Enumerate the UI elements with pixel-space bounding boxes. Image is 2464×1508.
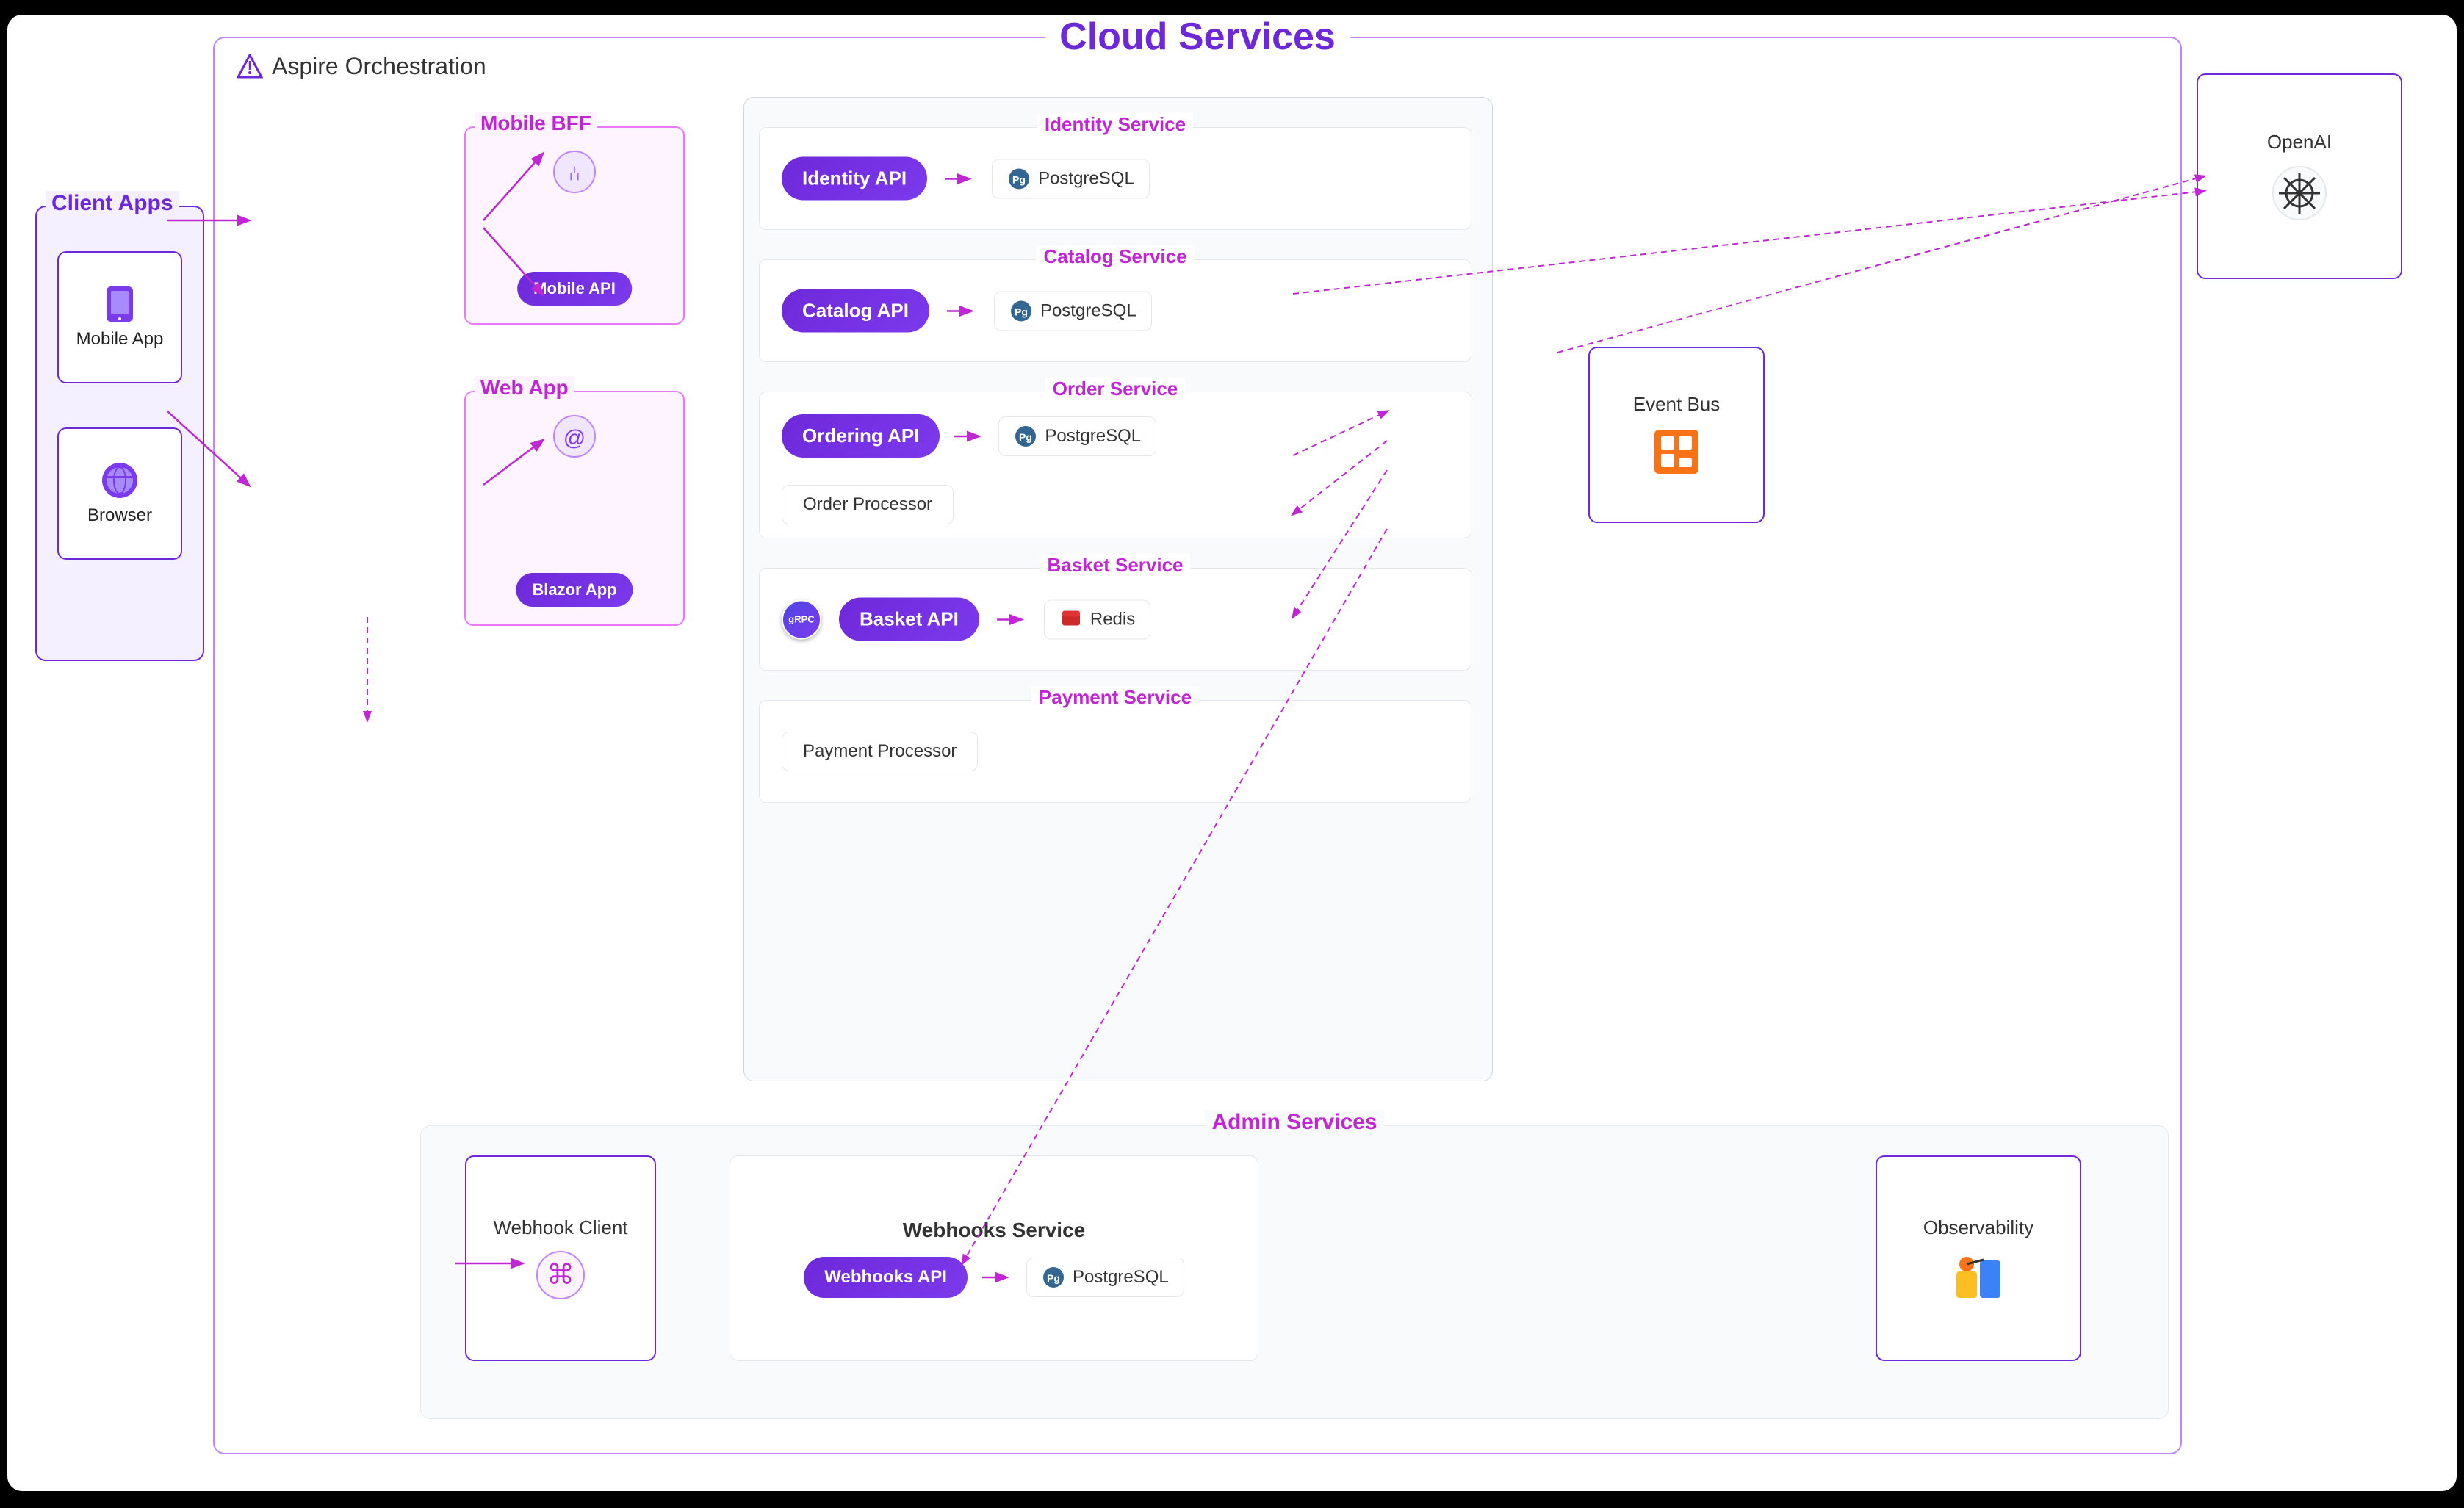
admin-services-box: Admin Services Webhook Client ⌘ Webhooks… xyxy=(420,1125,2169,1419)
postgres-icon-3: Pg xyxy=(1014,425,1037,448)
client-apps-box: Client Apps Mobile App Browser xyxy=(35,206,204,661)
aspire-text: Aspire Orchestration xyxy=(272,53,486,80)
diagram-container: Cloud Services Aspire Orchestration Iden… xyxy=(7,15,2457,1491)
identity-postgres: Pg PostgreSQL xyxy=(992,159,1150,198)
webhook-client-label: Webhook Client xyxy=(493,1216,627,1239)
observability-label: Observability xyxy=(1923,1216,2033,1239)
mobile-app-icon xyxy=(101,285,139,323)
event-bus-icon xyxy=(1651,426,1702,477)
webhooks-service-box: Webhooks Service Webhooks API Pg Postgre… xyxy=(730,1155,1258,1361)
basket-service-row: gRPC Basket API Redis xyxy=(782,598,1449,641)
identity-service-section: Identity Service Identity API Pg Postgre… xyxy=(759,127,1471,230)
payment-service-row: Payment Processor xyxy=(782,732,1449,771)
mobile-bff-icon: ⑃ xyxy=(552,150,597,198)
basket-service-section: Basket Service gRPC Basket API Redis xyxy=(759,568,1471,671)
ordering-api-row: Ordering API Pg PostgreSQL xyxy=(782,414,1449,458)
catalog-service-section: Catalog Service Catalog API Pg PostgreSQ… xyxy=(759,259,1471,362)
svg-text:Pg: Pg xyxy=(1047,1272,1060,1284)
identity-service-row: Identity API Pg PostgreSQL xyxy=(782,157,1449,201)
arrow-basket xyxy=(997,612,1026,627)
identity-api-pill[interactable]: Identity API xyxy=(782,157,927,201)
mobile-api-pill[interactable]: Mobile API xyxy=(517,272,632,306)
webhooks-api-pill[interactable]: Webhooks API xyxy=(804,1257,968,1298)
mobile-bff-box: Mobile BFF ⑃ Mobile API xyxy=(464,126,685,325)
aspire-icon xyxy=(237,54,263,80)
web-app-title: Web App xyxy=(475,376,574,400)
svg-text:Pg: Pg xyxy=(1019,431,1032,443)
web-app-icon: @ xyxy=(552,414,597,462)
svg-text:Pg: Pg xyxy=(1015,306,1028,317)
client-apps-title: Client Apps xyxy=(46,191,179,216)
arrow-catalog xyxy=(947,303,976,318)
order-service-title: Order Service xyxy=(1045,378,1186,400)
webhook-client-box: Webhook Client ⌘ xyxy=(465,1155,656,1361)
webhooks-api-row: Webhooks API Pg PostgreSQL xyxy=(804,1257,1184,1298)
basket-redis: Redis xyxy=(1044,599,1150,639)
catalog-service-title: Catalog Service xyxy=(1036,245,1194,268)
order-processor-label: Order Processor xyxy=(782,485,954,524)
catalog-api-pill[interactable]: Catalog API xyxy=(782,289,929,333)
openai-label: OpenAI xyxy=(2267,131,2332,154)
payment-processor-label: Payment Processor xyxy=(782,732,978,771)
browser-label: Browser xyxy=(87,505,152,526)
svg-text:⑃: ⑃ xyxy=(569,162,581,185)
postgres-icon: Pg xyxy=(1007,167,1031,190)
cloud-services-box: Cloud Services Aspire Orchestration Iden… xyxy=(213,37,2182,1454)
cloud-services-title: Cloud Services xyxy=(1045,15,1350,59)
blazor-app-pill[interactable]: Blazor App xyxy=(516,573,633,607)
browser-icon xyxy=(101,461,139,499)
svg-text:@: @ xyxy=(563,426,586,450)
ordering-api-pill[interactable]: Ordering API xyxy=(782,414,940,458)
order-processor-node: Order Processor xyxy=(782,485,954,524)
mobile-app-node: Mobile App xyxy=(57,251,182,383)
services-box: Identity Service Identity API Pg Postgre… xyxy=(743,97,1493,1081)
arrow-identity xyxy=(945,171,974,186)
order-service-section: Order Service Ordering API Pg PostgreSQL… xyxy=(759,392,1471,538)
catalog-service-row: Catalog API Pg PostgreSQL xyxy=(782,289,1449,333)
event-bus-box: Event Bus xyxy=(1588,347,1765,523)
arrow-webhooks xyxy=(982,1270,1012,1285)
identity-service-title: Identity Service xyxy=(1037,113,1193,136)
aspire-label: Aspire Orchestration xyxy=(237,53,486,80)
grpc-badge: gRPC xyxy=(782,599,821,639)
basket-service-title: Basket Service xyxy=(1040,554,1190,577)
webhooks-service-title: Webhooks Service xyxy=(903,1219,1085,1242)
payment-service-title: Payment Service xyxy=(1031,686,1199,709)
arrow-order xyxy=(954,429,984,444)
basket-api-pill[interactable]: Basket API xyxy=(839,598,979,641)
openai-box: OpenAI xyxy=(2197,73,2402,279)
catalog-postgres: Pg PostgreSQL xyxy=(994,291,1152,331)
observability-icon xyxy=(1953,1249,2004,1301)
webhooks-postgres: Pg PostgreSQL xyxy=(1026,1258,1184,1297)
web-app-box: Web App @ Blazor App xyxy=(464,391,685,626)
openai-icon xyxy=(2270,164,2329,223)
payment-service-section: Payment Service Payment Processor xyxy=(759,700,1471,803)
mobile-bff-title: Mobile BFF xyxy=(475,112,597,135)
redis-icon xyxy=(1059,607,1083,631)
mobile-app-label: Mobile App xyxy=(76,329,164,350)
order-postgres: Pg PostgreSQL xyxy=(998,416,1156,456)
svg-text:⌘: ⌘ xyxy=(547,1260,574,1291)
postgres-icon-4: Pg xyxy=(1042,1266,1065,1289)
event-bus-label: Event Bus xyxy=(1633,393,1721,416)
admin-services-title: Admin Services xyxy=(1204,1110,1384,1135)
postgres-icon-2: Pg xyxy=(1009,299,1033,322)
webhook-icon: ⌘ xyxy=(535,1249,586,1301)
browser-node: Browser xyxy=(57,427,182,560)
observability-box: Observability xyxy=(1876,1155,2081,1361)
svg-text:Pg: Pg xyxy=(1012,173,1026,185)
